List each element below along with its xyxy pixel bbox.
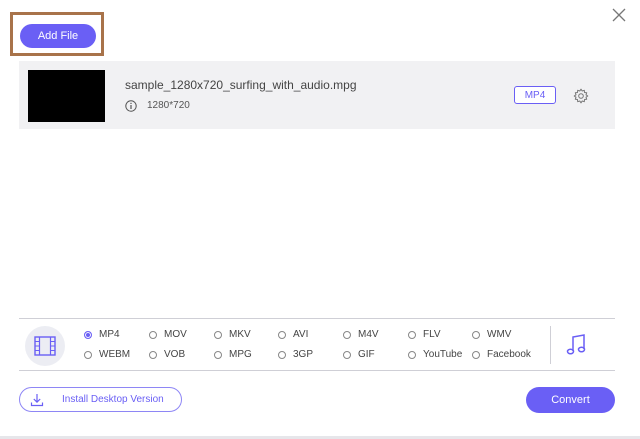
divider-top [19,318,615,319]
format-label: M4V [358,329,379,340]
radio-3gp[interactable] [278,350,286,359]
radio-avi[interactable] [278,330,286,339]
format-label: MPG [229,349,252,360]
file-name: sample_1280x720_surfing_with_audio.mpg [125,78,357,92]
divider-bottom [19,370,615,371]
radio-vob[interactable] [149,350,157,359]
format-label: WMV [487,329,512,340]
format-label: FLV [423,329,441,340]
radio-mov[interactable] [149,330,157,339]
format-label: 3GP [293,349,314,360]
format-label: AVI [293,329,309,340]
format-option-mkv[interactable]: MKV [214,329,251,340]
radio-mkv[interactable] [214,330,222,339]
format-label: MP4 [99,329,120,340]
file-list-item: sample_1280x720_surfing_with_audio.mpg 1… [19,61,615,129]
format-option-m4v[interactable]: M4V [343,329,379,340]
format-option-gif[interactable]: GIF [343,349,375,360]
format-option-wmv[interactable]: WMV [472,329,511,340]
info-icon[interactable] [125,99,137,112]
format-option-flv[interactable]: FLV [408,329,441,340]
music-icon[interactable] [565,333,587,357]
film-icon [34,336,56,356]
format-option-youtube[interactable]: YouTube [408,349,462,360]
radio-mp4[interactable] [84,330,92,339]
radio-mpg[interactable] [214,350,222,359]
format-label: GIF [358,349,375,360]
add-file-button[interactable]: Add File [20,24,96,48]
format-label: WEBM [99,349,131,360]
format-label: MOV [164,329,187,340]
radio-webm[interactable] [84,350,92,359]
output-format-button[interactable]: MP4 [514,86,556,104]
radio-m4v[interactable] [343,330,351,339]
radio-gif[interactable] [343,350,351,359]
install-desktop-button[interactable]: Install Desktop Version [19,387,182,412]
radio-youtube[interactable] [408,350,416,359]
format-label: VOB [164,349,186,360]
format-option-avi[interactable]: AVI [278,329,308,340]
format-option-mp4[interactable]: MP4 [84,329,120,340]
video-format-tab[interactable] [25,326,65,366]
video-thumbnail [28,70,105,122]
format-option-facebook[interactable]: Facebook [472,349,531,360]
format-option-mpg[interactable]: MPG [214,349,252,360]
format-option-webm[interactable]: WEBM [84,349,130,360]
install-label: Install Desktop Version [62,394,164,405]
format-option-mov[interactable]: MOV [149,329,187,340]
radio-flv[interactable] [408,330,416,339]
radio-wmv[interactable] [472,330,480,339]
file-resolution: 1280*720 [147,100,190,111]
format-option-3gp[interactable]: 3GP [278,349,313,360]
download-icon [30,393,44,406]
format-divider [550,326,551,364]
format-label: MKV [229,329,251,340]
format-label: YouTube [423,349,463,360]
format-option-vob[interactable]: VOB [149,349,185,360]
close-icon[interactable] [610,6,628,24]
gear-icon[interactable] [573,88,589,104]
radio-facebook[interactable] [472,350,480,359]
format-label: Facebook [487,349,531,360]
convert-button[interactable]: Convert [526,387,615,413]
